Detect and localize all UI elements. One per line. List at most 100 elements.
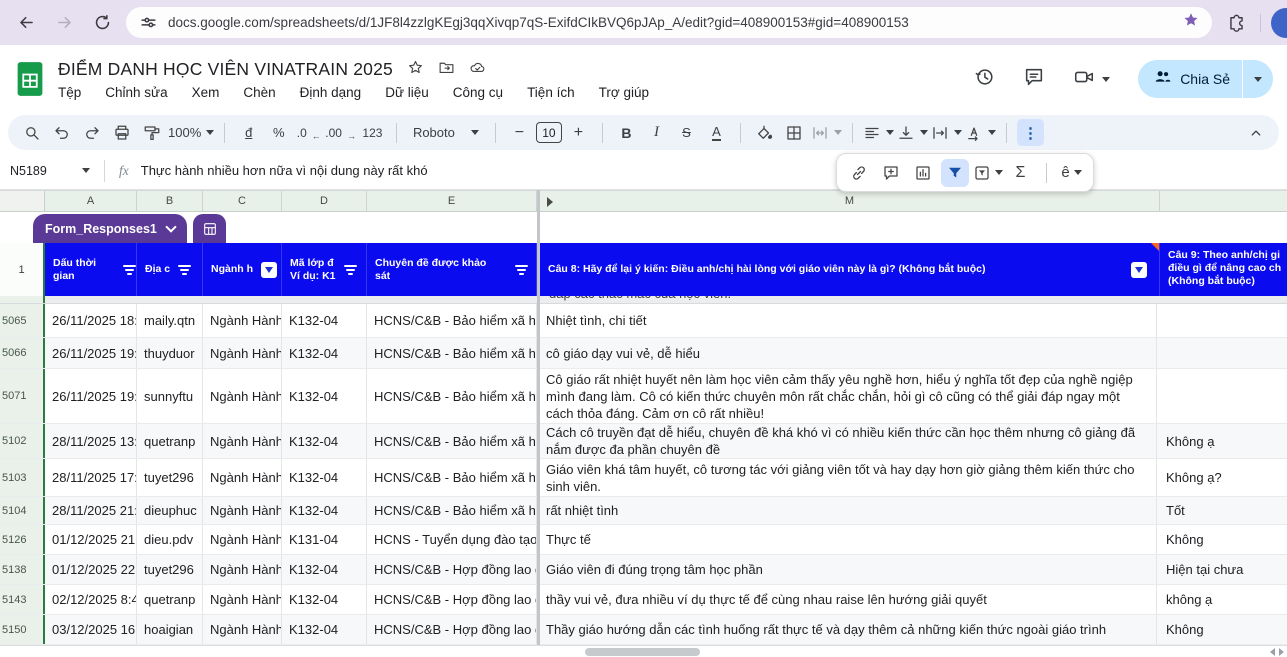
cell-major[interactable]: Ngành Hành [203, 369, 282, 423]
cell-question8[interactable]: cô giáo dạy vui vẻ, dễ hiểu [537, 338, 1157, 368]
undo-icon[interactable] [48, 119, 75, 146]
number-format-button[interactable]: 123 [359, 119, 386, 146]
column-header-b[interactable]: B [137, 191, 203, 211]
filter-active-icon[interactable] [1131, 262, 1147, 278]
header-cell-topic[interactable]: Chuyên đề được khảo sát [367, 243, 537, 296]
cell-timestamp[interactable]: 03/12/2025 16:4 [45, 615, 137, 644]
column-header-c[interactable]: C [203, 191, 282, 211]
document-title[interactable]: ĐIỂM DANH HỌC VIÊN VINATRAIN 2025 [58, 59, 393, 80]
cell-major[interactable]: Ngành Hành [203, 459, 282, 496]
reload-icon[interactable] [88, 9, 116, 37]
menu-insert[interactable]: Chèn [243, 85, 275, 100]
fill-color-icon[interactable] [751, 119, 778, 146]
menu-view[interactable]: Xem [192, 85, 220, 100]
insert-link-icon[interactable] [845, 159, 873, 187]
cloud-status-icon[interactable] [469, 59, 486, 81]
row-header-1[interactable]: 1 [0, 243, 45, 296]
cell-question9[interactable] [1157, 304, 1287, 337]
cell-class-code[interactable]: K132-04 [282, 304, 367, 337]
vertical-align-button[interactable] [897, 119, 928, 146]
borders-icon[interactable] [781, 119, 808, 146]
folder-move-icon[interactable] [438, 59, 455, 81]
cell-class-code[interactable]: K131-04 [282, 525, 367, 554]
cell-question9[interactable]: Không [1157, 615, 1287, 644]
row-number[interactable]: 5103 [0, 459, 45, 496]
cell-topic[interactable]: HCNS/C&B - Bảo hiểm xã h [367, 459, 537, 496]
input-tools-icon[interactable]: ê [1058, 159, 1086, 187]
cell-major[interactable]: Ngành Hành [203, 615, 282, 644]
row-number[interactable]: 5126 [0, 525, 45, 554]
currency-format-button[interactable]: đ [235, 119, 262, 146]
formula-input[interactable]: Thực hành nhiều hơn nữa vì nội dung này … [141, 163, 428, 178]
sum-functions-icon[interactable]: Σ [1007, 159, 1035, 187]
menu-file[interactable]: Tệp [58, 85, 81, 100]
cell-topic[interactable]: HCNS/C&B - Bảo hiểm xã h [367, 369, 537, 423]
cell-timestamp[interactable]: 01/12/2025 22:5 [45, 555, 137, 584]
cell-major[interactable]: Ngành Hành [203, 338, 282, 368]
cell-topic[interactable]: HCNS/C&B - Bảo hiểm xã h [367, 424, 537, 458]
share-button[interactable]: Chia Sẻ [1138, 60, 1273, 98]
cell-timestamp[interactable]: 26/11/2025 18:0 [45, 304, 137, 337]
cell-class-code[interactable]: K132-04 [282, 424, 367, 458]
extensions-icon[interactable] [1222, 9, 1250, 37]
menu-tools[interactable]: Công cụ [453, 85, 503, 100]
comment-history-icon[interactable] [1023, 66, 1045, 93]
cell-major[interactable]: Ngành Hành [203, 525, 282, 554]
hide-menus-icon[interactable] [1242, 119, 1269, 146]
header-cell-question9[interactable]: Câu 9: Theo anh/chị gi điều gì để nâng c… [1160, 243, 1287, 296]
text-color-button[interactable]: A [703, 119, 730, 146]
filter-icon[interactable] [123, 265, 136, 275]
filter-views-icon[interactable] [973, 159, 1003, 187]
cell-timestamp[interactable]: 28/11/2025 13:3 [45, 424, 137, 458]
sheet-tab[interactable]: Form_Responses1 [33, 214, 187, 243]
header-cell-email[interactable]: Địa c [137, 243, 203, 296]
cell-major[interactable]: Ngành Hành [203, 555, 282, 584]
cell-email[interactable]: hoaigian [137, 615, 203, 644]
cell-question8[interactable]: thầy vui vẻ, đưa nhiều ví dụ thực tế để … [537, 585, 1157, 614]
increase-font-size-button[interactable]: + [565, 119, 592, 146]
bookmark-star-icon[interactable] [1182, 11, 1200, 34]
cell-topic[interactable]: HCNS/C&B - Bảo hiểm xã h [367, 497, 537, 524]
menu-extensions[interactable]: Tiện ích [527, 85, 575, 100]
menu-data[interactable]: Dữ liệu [385, 85, 429, 100]
forward-icon[interactable] [50, 9, 78, 37]
cell-topic[interactable]: HCNS - Tuyển dụng đào tạo [367, 525, 537, 554]
cell-question9[interactable] [1157, 338, 1287, 368]
cell-question8[interactable]: Cô giáo rất nhiệt huyết nên làm học viên… [537, 369, 1157, 423]
cell-email[interactable]: tuyet296 [137, 555, 203, 584]
row-number[interactable]: 5104 [0, 497, 45, 524]
cell-class-code[interactable]: K132-04 [282, 585, 367, 614]
cell-email[interactable]: sunnyftu [137, 369, 203, 423]
cell-topic[interactable]: HCNS/C&B - Bảo hiểm xã h [367, 338, 537, 368]
cell-question9[interactable]: Hiện tại chưa [1157, 555, 1287, 584]
font-select[interactable]: Roboto [407, 119, 485, 146]
search-icon[interactable] [18, 119, 45, 146]
star-icon[interactable] [407, 59, 424, 81]
italic-button[interactable]: I [643, 119, 670, 146]
cell-email[interactable]: tuyet296 [137, 459, 203, 496]
column-header-m[interactable]: M [540, 191, 1160, 211]
cell-timestamp[interactable]: 01/12/2025 21:3 [45, 525, 137, 554]
sheet-grid-button[interactable] [193, 214, 226, 243]
row-number[interactable]: 5143 [0, 585, 45, 614]
cell-email[interactable]: quetranp [137, 424, 203, 458]
column-header-e[interactable]: E [367, 191, 537, 211]
cell-question9[interactable]: Tốt [1157, 497, 1287, 524]
row-number[interactable]: 5150 [0, 615, 45, 644]
menu-edit[interactable]: Chỉnh sửa [105, 85, 167, 100]
cell-question9[interactable] [1157, 369, 1287, 423]
cell-major[interactable]: Ngành Hành [203, 424, 282, 458]
cell-major[interactable]: Ngành Hành [203, 304, 282, 337]
cell-email[interactable]: quetranp [137, 585, 203, 614]
row-number[interactable]: 5065 [0, 304, 45, 337]
more-toolbar-button[interactable]: ⋮ [1017, 119, 1044, 146]
cell-class-code[interactable]: K132-04 [282, 555, 367, 584]
horizontal-align-button[interactable] [863, 119, 894, 146]
cell-class-code[interactable]: K132-04 [282, 369, 367, 423]
filter-icon[interactable] [344, 265, 357, 275]
row-number[interactable]: 5102 [0, 424, 45, 458]
cell-question8[interactable]: Cách cô truyền đạt dễ hiểu, chuyên đề kh… [537, 424, 1157, 458]
cell-email[interactable]: dieu.pdv [137, 525, 203, 554]
cell-timestamp[interactable]: 26/11/2025 19:4 [45, 369, 137, 423]
filter-active-icon[interactable] [261, 262, 277, 278]
